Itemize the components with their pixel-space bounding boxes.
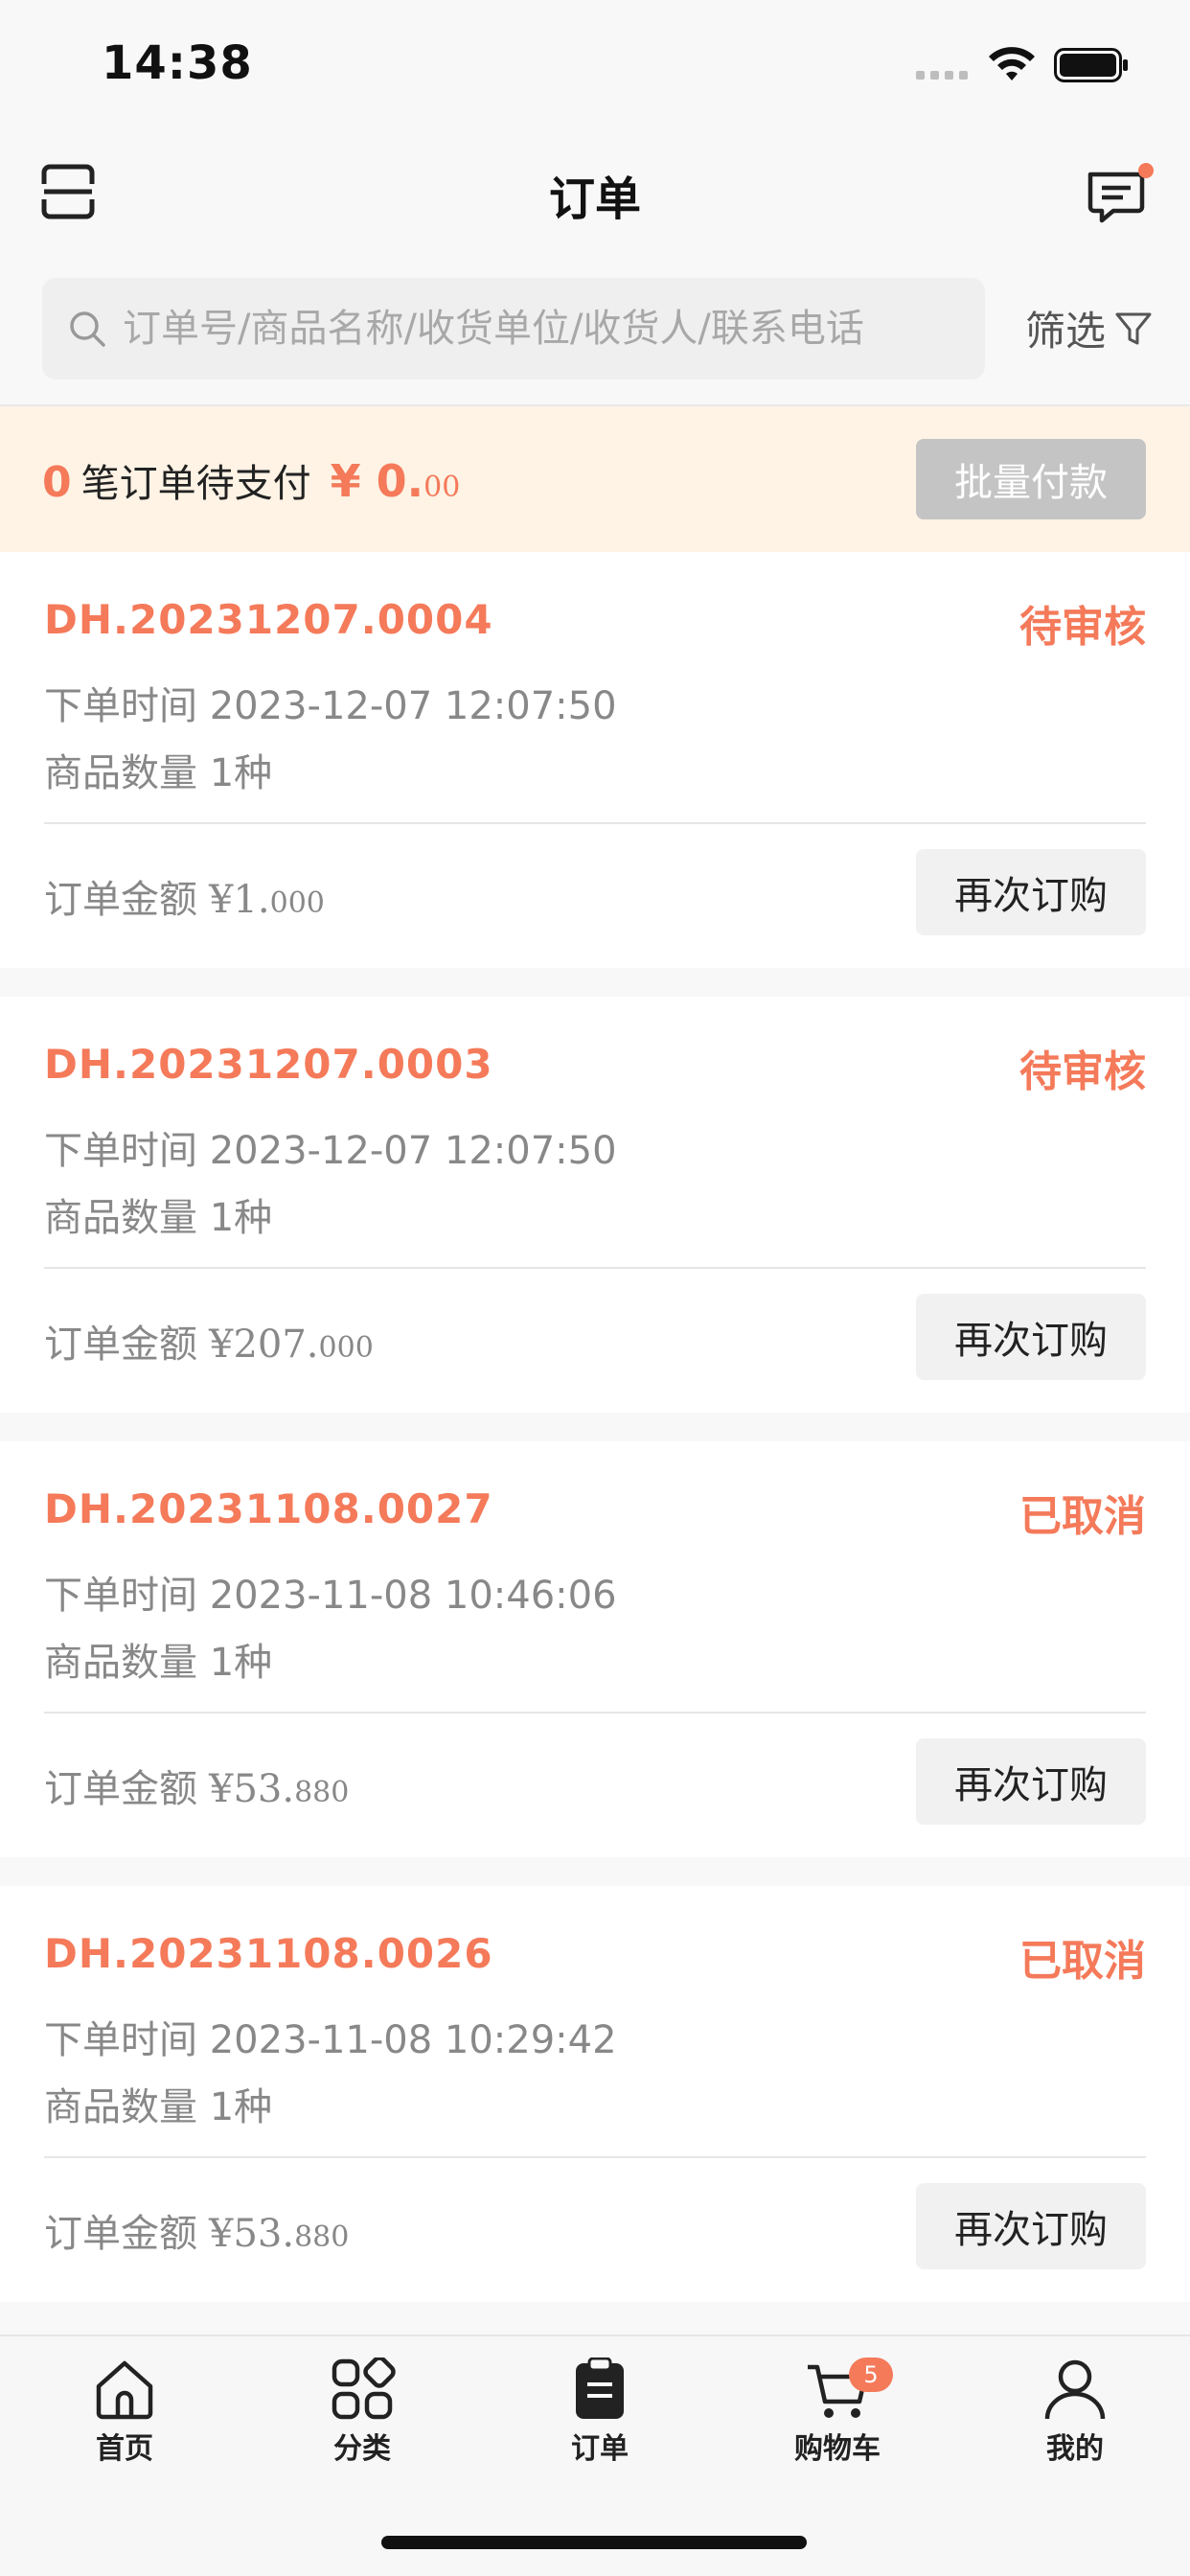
order-card[interactable]: DH.20231207.0003 待审核 下单时间 2023-12-07 12:… xyxy=(0,997,1190,1413)
order-card[interactable]: DH.20231108.0027 已取消 下单时间 2023-11-08 10:… xyxy=(0,1441,1190,1857)
order-quantity-value: 1种 xyxy=(209,1196,273,1240)
order-time-label: 下单时间 xyxy=(44,1129,197,1173)
card-divider xyxy=(44,1267,1146,1269)
order-time-value: 2023-11-08 10:46:06 xyxy=(209,1574,617,1618)
tab-category[interactable]: 分类 xyxy=(286,2358,439,2472)
tab-cart[interactable]: 5 购物车 xyxy=(761,2358,914,2472)
search-row: 筛选 xyxy=(0,278,1190,380)
page-title: 订单 xyxy=(548,172,641,226)
order-quantity-value: 1种 xyxy=(209,2085,273,2129)
order-time-label: 下单时间 xyxy=(44,2018,197,2062)
pending-payment-summary: 0 笔订单待支付 ¥ 0. 00 xyxy=(42,452,460,508)
order-amount-cents: 000 xyxy=(318,1331,374,1365)
search-box[interactable] xyxy=(42,278,985,380)
order-amount-value: ¥53. xyxy=(209,2212,295,2256)
clipboard-icon xyxy=(576,2358,624,2419)
pending-payment-banner: 0 笔订单待支付 ¥ 0. 00 批量付款 xyxy=(0,406,1190,552)
reorder-button[interactable]: 再次订购 xyxy=(916,2183,1146,2269)
tab-home[interactable]: 首页 xyxy=(48,2358,201,2472)
order-time: 下单时间 2023-12-07 12:07:50 xyxy=(44,675,617,730)
order-quantity: 商品数量 1种 xyxy=(44,2076,272,2131)
order-amount-value: ¥53. xyxy=(209,1767,295,1811)
order-time: 下单时间 2023-11-08 10:29:42 xyxy=(44,2009,617,2064)
tab-orders-label: 订单 xyxy=(571,2432,629,2466)
tab-category-label: 分类 xyxy=(333,2432,391,2466)
order-quantity-label: 商品数量 xyxy=(44,751,197,795)
order-status: 待审核 xyxy=(1019,1047,1146,1096)
order-time-value: 2023-12-07 12:07:50 xyxy=(209,684,617,728)
order-amount-label: 订单金额 xyxy=(44,2212,197,2256)
cellular-signal-icon xyxy=(916,71,968,80)
order-amount-cents: 880 xyxy=(294,1776,350,1809)
card-divider xyxy=(44,2156,1146,2158)
order-time-label: 下单时间 xyxy=(44,684,197,728)
user-icon xyxy=(1044,2359,1106,2420)
batch-pay-button[interactable]: 批量付款 xyxy=(916,439,1146,519)
filter-label: 筛选 xyxy=(1025,308,1107,355)
pending-amount: ¥ 0. xyxy=(330,455,424,507)
order-status: 已取消 xyxy=(1019,1937,1146,1986)
order-amount: 订单金额 ¥53. 880 xyxy=(44,2202,349,2258)
wifi-icon xyxy=(989,47,1035,80)
order-amount-cents: 000 xyxy=(269,886,325,920)
search-icon xyxy=(70,311,105,347)
pending-count: 0 xyxy=(42,458,72,507)
pending-amount-cents: 00 xyxy=(423,471,461,504)
order-time-label: 下单时间 xyxy=(44,1574,197,1618)
order-quantity-label: 商品数量 xyxy=(44,2085,197,2129)
order-number: DH.20231207.0004 xyxy=(44,596,493,643)
order-amount-value: ¥1. xyxy=(209,878,270,922)
order-quantity: 商品数量 1种 xyxy=(44,1631,272,1687)
card-divider xyxy=(44,822,1146,824)
order-number: DH.20231108.0026 xyxy=(44,1930,493,1977)
order-amount-label: 订单金额 xyxy=(44,1767,197,1811)
home-indicator xyxy=(381,2536,807,2549)
order-amount-value: ¥207. xyxy=(209,1322,319,1367)
reorder-button[interactable]: 再次订购 xyxy=(916,1294,1146,1380)
order-number: DH.20231108.0027 xyxy=(44,1485,493,1532)
order-quantity: 商品数量 1种 xyxy=(44,1186,272,1242)
order-amount-cents: 880 xyxy=(294,2220,350,2254)
card-divider xyxy=(44,1712,1146,1714)
order-amount: 订单金额 ¥207. 000 xyxy=(44,1313,374,1368)
order-quantity-label: 商品数量 xyxy=(44,1196,197,1240)
order-quantity-value: 1种 xyxy=(209,1641,273,1685)
tab-me-label: 我的 xyxy=(1046,2432,1104,2466)
tab-cart-label: 购物车 xyxy=(794,2432,881,2466)
order-time-value: 2023-11-08 10:29:42 xyxy=(209,2018,617,2062)
order-time-value: 2023-12-07 12:07:50 xyxy=(209,1129,617,1173)
order-status: 待审核 xyxy=(1019,603,1146,652)
order-quantity-label: 商品数量 xyxy=(44,1641,197,1685)
order-quantity: 商品数量 1种 xyxy=(44,742,272,797)
battery-icon xyxy=(1054,48,1128,82)
search-input[interactable] xyxy=(123,307,966,351)
order-time: 下单时间 2023-11-08 10:46:06 xyxy=(44,1564,617,1620)
order-number: DH.20231207.0003 xyxy=(44,1041,493,1088)
pending-text: 笔订单待支付 xyxy=(80,462,311,506)
order-status: 已取消 xyxy=(1019,1492,1146,1541)
order-card[interactable]: DH.20231108.0026 已取消 下单时间 2023-11-08 10:… xyxy=(0,1886,1190,2302)
home-icon xyxy=(96,2360,153,2420)
order-amount-label: 订单金额 xyxy=(44,1322,197,1367)
tab-me[interactable]: 我的 xyxy=(998,2358,1152,2472)
order-amount-label: 订单金额 xyxy=(44,878,197,922)
order-time: 下单时间 2023-12-07 12:07:50 xyxy=(44,1119,617,1175)
filter-button[interactable]: 筛选 xyxy=(1025,299,1154,357)
order-card[interactable]: DH.20231207.0004 待审核 下单时间 2023-12-07 12:… xyxy=(0,552,1190,968)
reorder-button[interactable]: 再次订购 xyxy=(916,1738,1146,1825)
tab-home-label: 首页 xyxy=(96,2432,153,2466)
cart-badge: 5 xyxy=(849,2358,893,2392)
tab-orders[interactable]: 订单 xyxy=(523,2358,676,2472)
message-icon[interactable] xyxy=(1085,163,1154,224)
category-icon xyxy=(332,2358,396,2420)
order-quantity-value: 1种 xyxy=(209,751,273,795)
order-amount: 订单金额 ¥1. 000 xyxy=(44,868,325,924)
nav-bar: 订单 xyxy=(0,134,1190,249)
status-bar: 14:38 xyxy=(0,0,1190,134)
filter-icon xyxy=(1115,312,1152,344)
status-time: 14:38 xyxy=(102,36,253,90)
order-amount: 订单金额 ¥53. 880 xyxy=(44,1758,349,1813)
reorder-button[interactable]: 再次订购 xyxy=(916,849,1146,935)
